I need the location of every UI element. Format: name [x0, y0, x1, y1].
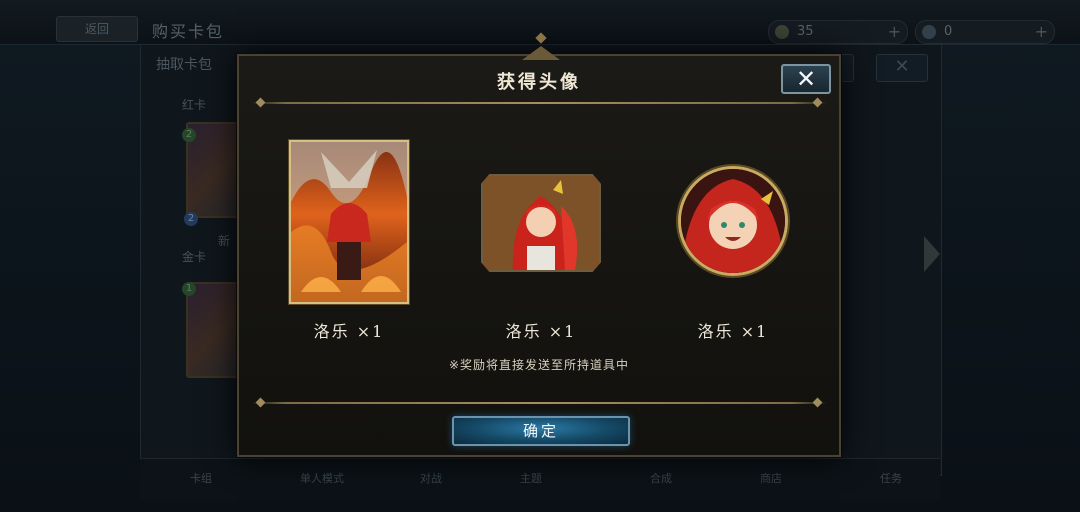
reward-label: 洛乐 ×1	[505, 322, 577, 341]
panel-subtitle: 抽取卡包	[156, 57, 212, 73]
banner-avatar-illustration	[483, 176, 599, 270]
add-coin-icon[interactable]: +	[888, 21, 901, 43]
card-art-image[interactable]	[289, 140, 409, 304]
red-card-count-bottom: 2	[184, 212, 198, 226]
section-gold-label: 金卡	[182, 250, 207, 264]
gem-icon	[922, 25, 936, 39]
close-button[interactable]: ✕	[781, 64, 831, 94]
dialog-title: 获得头像	[497, 72, 581, 93]
card-art-illustration	[291, 142, 407, 302]
banner-avatar-image[interactable]	[481, 174, 601, 272]
bottom-tab[interactable]: 单人模式	[300, 470, 344, 486]
reward-item: 洛乐 ×1	[451, 140, 631, 341]
reward-dialog: 获得头像 ✕ 洛乐 ×1 洛乐 ×1 洛乐 ×1 ※奖励将直接发送至所持道具中 …	[237, 32, 841, 457]
crest-ornament	[522, 42, 560, 60]
bottom-tab[interactable]: 商店	[760, 470, 782, 486]
gem-value: 0	[944, 24, 953, 39]
back-button[interactable]: 返回	[56, 16, 138, 42]
section-red-label: 红卡	[182, 98, 207, 112]
coin-counter: 35 +	[768, 20, 908, 44]
new-label: 新	[218, 234, 231, 248]
confirm-button[interactable]: 确定	[452, 416, 630, 446]
reward-item: 洛乐 ×1	[259, 140, 439, 341]
coin-icon	[775, 25, 789, 39]
reward-label: 洛乐 ×1	[697, 322, 769, 341]
close-icon: ✕	[795, 65, 817, 93]
gem-counter: 0 +	[915, 20, 1055, 44]
next-arrow-icon[interactable]	[924, 236, 940, 272]
bottom-tab[interactable]: 主题	[520, 470, 542, 486]
reward-label: 洛乐 ×1	[313, 322, 385, 341]
screen-title: 购买卡包	[152, 22, 225, 41]
bottom-tab[interactable]: 合成	[650, 470, 672, 486]
red-card-count: 2	[182, 128, 196, 142]
delivery-note: ※奖励将直接发送至所持道具中	[448, 358, 630, 372]
bottom-tab[interactable]: 卡组	[190, 470, 212, 486]
coin-value: 35	[797, 24, 814, 39]
reward-item: 洛乐 ×1	[643, 140, 823, 341]
bottom-divider	[251, 402, 827, 404]
top-divider	[251, 102, 827, 104]
bottom-tab[interactable]: 对战	[420, 470, 442, 486]
bg-close-button[interactable]: ✕	[876, 54, 928, 82]
round-avatar-illustration	[681, 169, 785, 273]
round-avatar-image[interactable]	[678, 166, 788, 276]
bottom-tab[interactable]: 任务	[880, 470, 902, 486]
gold-card-count: 1	[182, 282, 196, 296]
add-gem-icon[interactable]: +	[1035, 21, 1048, 43]
